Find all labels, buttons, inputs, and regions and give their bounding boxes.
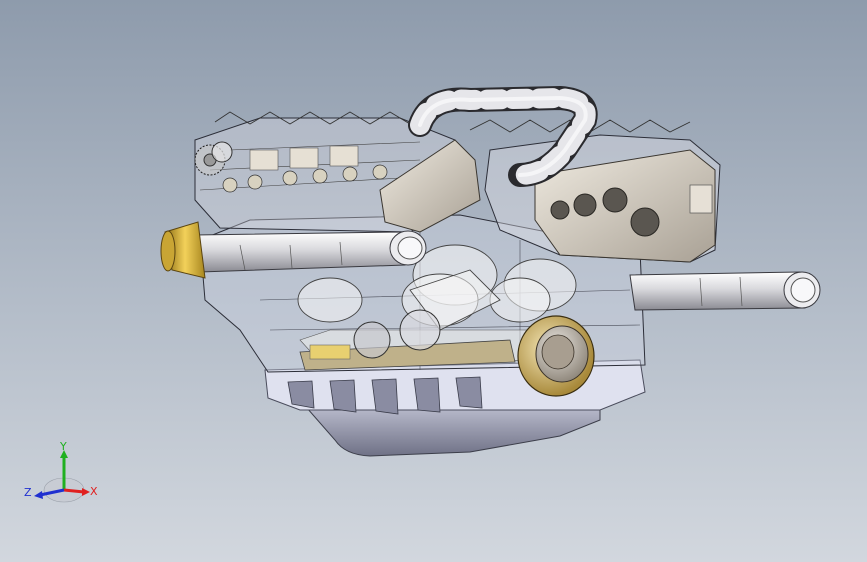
x-axis-arrow: [63, 488, 85, 494]
graphics-viewport[interactable]: Y X Z: [0, 0, 867, 562]
cylinder-head-left[interactable]: [194, 111, 481, 233]
crank-pulley[interactable]: [517, 315, 595, 397]
x-axis-arrowhead: [82, 488, 90, 496]
y-axis-label: Y: [59, 440, 67, 453]
z-axis-arrowhead: [34, 491, 43, 499]
engine-model[interactable]: [0, 0, 867, 562]
x-axis-label: X: [90, 485, 98, 498]
z-axis-label: Z: [24, 486, 32, 499]
coordinate-triad: Y X Z: [24, 440, 98, 503]
exhaust-right[interactable]: [629, 271, 821, 311]
